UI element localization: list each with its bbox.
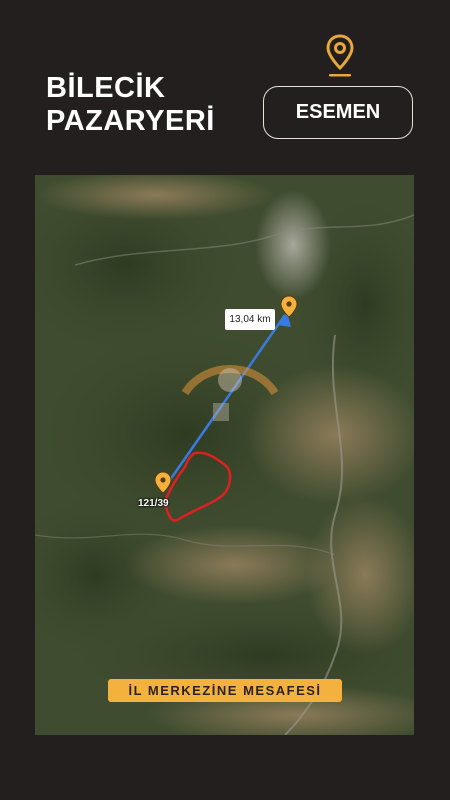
parcel-label: 121/39: [138, 498, 169, 509]
distance-label: 13,04 km: [225, 309, 275, 330]
satellite-map[interactable]: [35, 175, 414, 735]
map-pin-icon: [326, 34, 354, 77]
title-line-1: BİLECİK: [46, 72, 166, 104]
title-line-2: PAZARYERİ: [46, 105, 215, 137]
page-title: BİLECİK PAZARYERİ: [46, 72, 215, 138]
map-caption-banner: İL MERKEZİNE MESAFESİ: [108, 679, 342, 702]
location-button[interactable]: ESEMEN: [263, 86, 413, 139]
map-terrain: [35, 175, 414, 735]
